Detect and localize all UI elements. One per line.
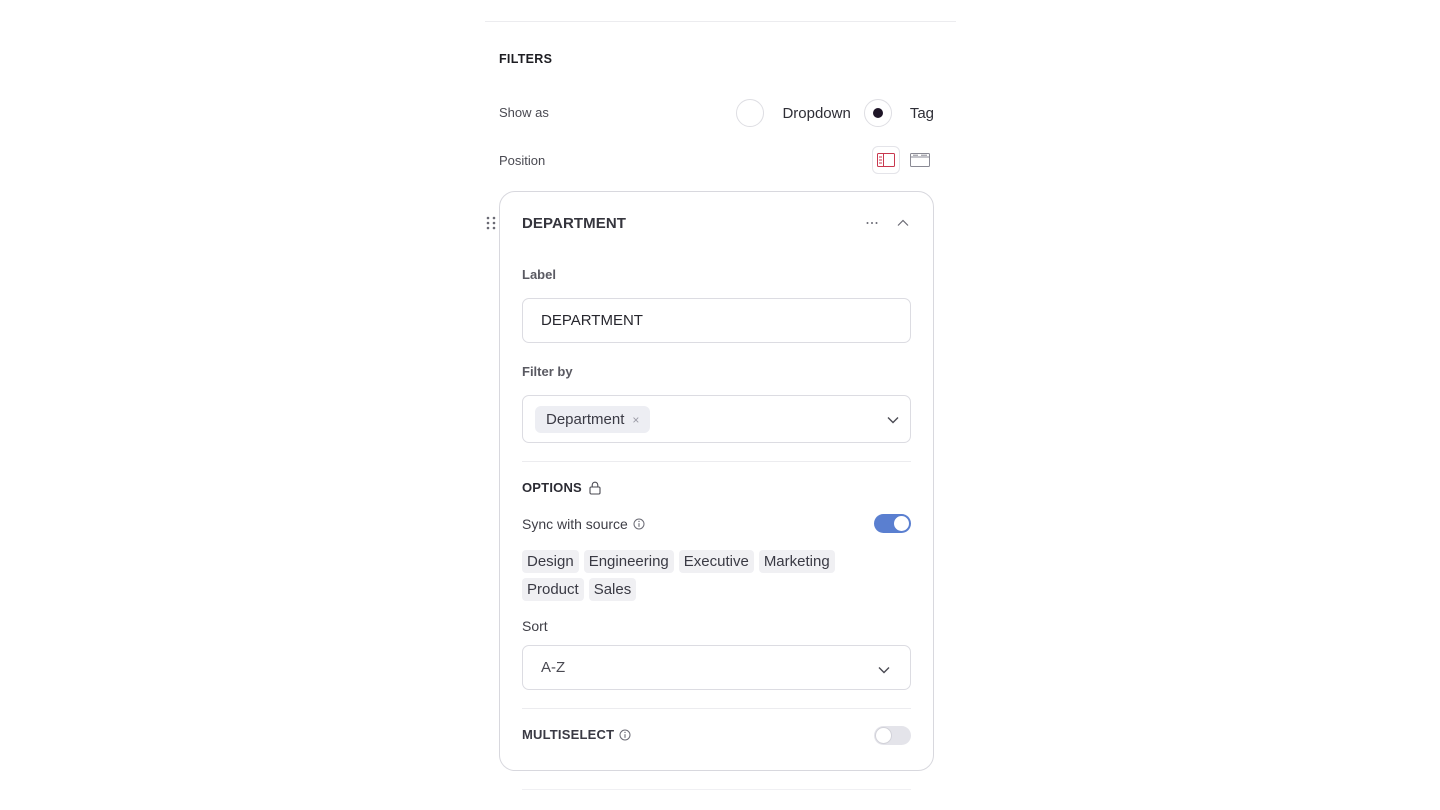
option-tag: Sales — [588, 578, 637, 601]
sort-label: Sort — [522, 618, 548, 634]
sync-with-source-label: Sync with source — [522, 516, 645, 532]
filter-by-select[interactable]: Department × — [522, 395, 911, 443]
filter-by-chip: Department × — [535, 406, 651, 433]
option-tag-list: Design Engineering Executive Marketing P… — [522, 550, 882, 601]
show-as-radio-group: Dropdown Tag — [736, 98, 934, 128]
chevron-up-icon[interactable] — [893, 214, 913, 232]
lock-icon — [589, 481, 601, 495]
sort-select[interactable]: A-Z — [522, 645, 911, 690]
label-input[interactable] — [522, 298, 911, 343]
bottom-divider — [522, 789, 911, 790]
close-icon[interactable]: × — [632, 413, 639, 427]
chevron-down-icon — [887, 411, 899, 429]
option-tag: Design — [522, 550, 579, 573]
position-label: Position — [499, 153, 546, 168]
top-bar-layout-icon — [910, 153, 930, 167]
top-divider — [485, 21, 956, 22]
divider — [522, 461, 911, 462]
filters-section-title: FILTERS — [499, 52, 553, 66]
position-top-button[interactable] — [906, 146, 934, 174]
filter-by-chip-label: Department — [546, 411, 625, 428]
sidebar-layout-icon — [877, 153, 895, 167]
option-tag: Marketing — [758, 550, 835, 573]
filter-by-label: Filter by — [522, 364, 573, 379]
sort-select-value: A-Z — [541, 659, 566, 676]
info-icon[interactable] — [619, 729, 631, 741]
position-options — [872, 146, 934, 174]
drag-handle-icon[interactable] — [485, 215, 497, 231]
info-icon[interactable] — [633, 518, 645, 530]
multiselect-toggle[interactable] — [874, 726, 911, 745]
option-tag: Engineering — [583, 550, 674, 573]
divider — [522, 708, 911, 709]
option-tag: Executive — [678, 550, 754, 573]
sync-with-source-toggle[interactable] — [874, 514, 911, 533]
option-tag: Product — [522, 578, 584, 601]
multiselect-label: MULTISELECT — [522, 727, 631, 742]
options-title: OPTIONS — [522, 480, 601, 495]
radio-dropdown[interactable] — [736, 99, 765, 127]
multiselect-label-text: MULTISELECT — [522, 727, 615, 742]
label-field-label: Label — [522, 267, 556, 282]
position-sidebar-button[interactable] — [872, 146, 900, 174]
show-as-label: Show as — [499, 105, 549, 120]
sync-label-text: Sync with source — [522, 516, 628, 532]
radio-tag-label[interactable]: Tag — [910, 105, 934, 122]
radio-dropdown-label[interactable]: Dropdown — [782, 105, 850, 122]
radio-tag[interactable] — [863, 99, 892, 127]
options-title-text: OPTIONS — [522, 480, 582, 495]
filter-card: DEPARTMENT Label Filter by Department × … — [499, 191, 934, 771]
filter-card-title: DEPARTMENT — [522, 215, 627, 232]
chevron-down-icon — [878, 661, 890, 679]
ellipsis-icon[interactable] — [862, 214, 882, 232]
